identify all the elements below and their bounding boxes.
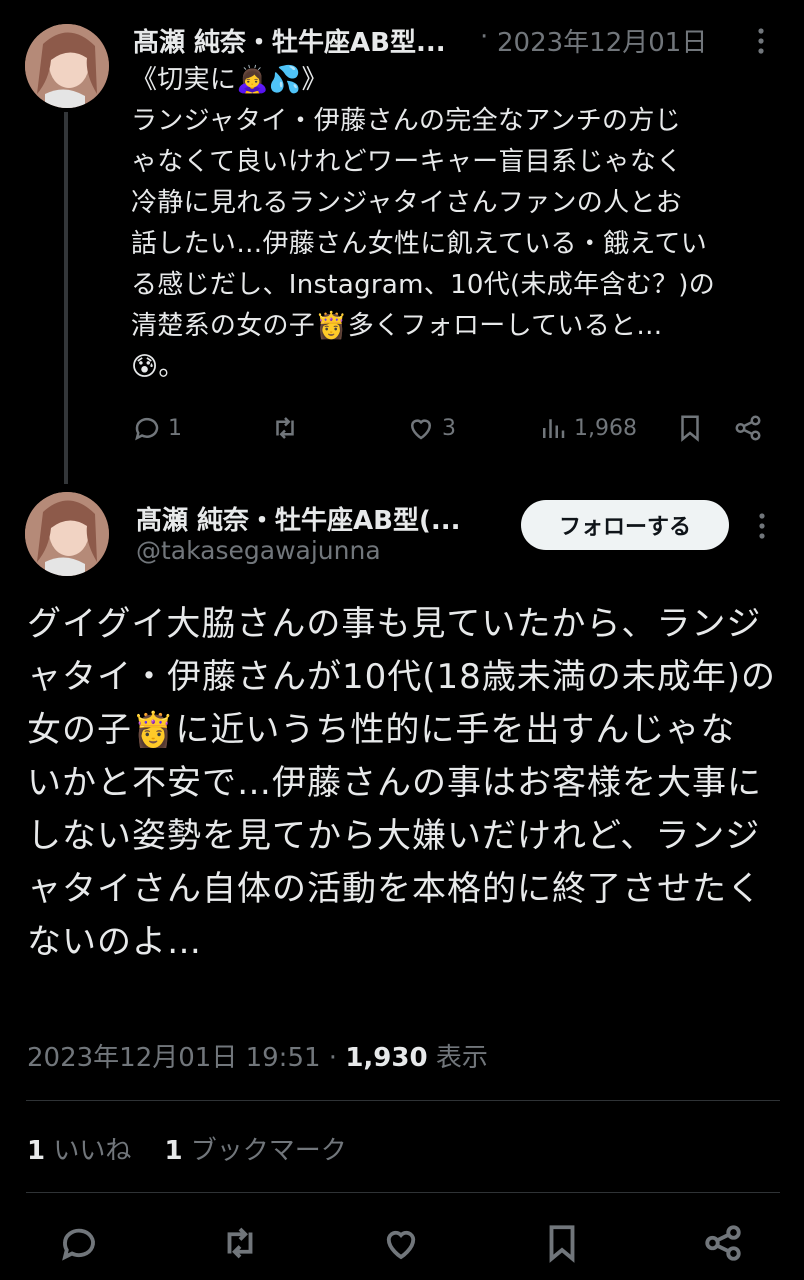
avatar[interactable] [25,24,109,108]
views-icon [543,419,565,438]
bookmark-button[interactable] [675,413,705,443]
more-icon[interactable] [755,511,769,541]
tweet-line: 😰。 [131,352,185,382]
like-count: 3 [442,415,456,441]
tweet-timestamp[interactable]: 2023年12月01日 19:51 [27,1043,321,1073]
tweet-line: しない姿勢を見てから大嫌いだけれど、ランジ [27,816,761,856]
tweet-date[interactable]: 2023年12月01日 [497,22,707,59]
tweet-line: る感じだし、Instagram、10代(未成年含む？)の [131,270,716,300]
bookmarks-stat[interactable]: 1 ブックマーク [164,1136,346,1166]
likes-stat[interactable]: 1 いいね [27,1136,131,1166]
author-name[interactable]: 髙瀬 純奈・牡牛座AB型... [133,22,446,59]
bookmarks-count: 1 [164,1136,183,1166]
divider [26,1100,780,1101]
tweet-line: 女の子👸に近いうち性的に手を出すんじゃな [27,710,736,750]
heart-icon [386,1230,416,1260]
separator: · [328,1043,338,1073]
tweet-line: 《切実に🙇‍♀️💦》 [131,65,328,95]
retweet-button[interactable] [270,413,300,443]
retweet-button[interactable] [219,1222,261,1268]
avatar[interactable] [25,492,109,576]
tweet-line: 清楚系の女の子👸多くフォローしていると… [131,311,663,341]
bookmarks-label: ブックマーク [190,1136,347,1166]
share-icon [705,1225,741,1261]
tweet-text: グイグイ大脇さんの事も見ていたから、ランジ ャタイ・伊藤さんが10代(18歳未満… [27,598,787,969]
likes-count: 1 [27,1136,46,1166]
tweet-text: 《切実に🙇‍♀️💦》 ランジャタイ・伊藤さんの完全なアンチの方じ ゃなくて良いけ… [131,60,781,388]
tweet-line: ないのよ… [27,922,202,962]
share-icon [735,415,761,441]
author-handle[interactable]: @takasegawajunna [136,536,381,565]
retweet-icon [227,1227,253,1259]
bookmark-icon [549,1225,575,1263]
tweet-line: ャタイさん自体の活動を本格的に終了させたく [27,869,762,909]
tweet-line: ランジャタイ・伊藤さんの完全なアンチの方じ [131,106,681,136]
reply-icon [62,1228,95,1261]
reply-count: 1 [168,415,182,441]
share-button[interactable] [702,1222,744,1268]
reply-button[interactable]: 1 [132,413,182,443]
retweet-icon [276,417,294,439]
tweet-line: 話したい…伊藤さん女性に飢えている・餓えてい [131,229,708,259]
follow-button[interactable]: フォローする [521,500,729,550]
views-count: 1,930 [345,1043,428,1073]
views-label: 表示 [435,1043,488,1073]
tweet-line: ャタイ・伊藤さんが10代(18歳未満の未成年)の [27,657,777,697]
bookmark-button[interactable] [541,1222,583,1268]
view-count: 1,968 [574,415,637,441]
engagement-summary: 1 いいね 1 ブックマーク [27,1130,347,1167]
tweet-line: ゃなくて良いけれどワーキャー盲目系じゃなく [131,147,683,177]
separator: · [480,22,489,52]
views-button[interactable]: 1,968 [538,413,637,443]
tweet-line: 冷静に見れるランジャタイさんファンの人とお [131,188,683,218]
divider [26,1192,780,1193]
tweet-meta: 2023年12月01日 19:51 · 1,930 表示 [27,1037,488,1074]
heart-icon [410,419,432,440]
share-button[interactable] [733,413,763,443]
bookmark-icon [681,415,699,442]
tweet-line: いかと不安で…伊藤さんの事はお客様を大事に [27,763,762,803]
author-name[interactable]: 髙瀬 純奈・牡牛座AB型(... [136,500,461,537]
like-button[interactable]: 3 [406,413,456,443]
tweet-line: グイグイ大脇さんの事も見ていたから、ランジ [27,604,762,644]
likes-label: いいね [53,1136,132,1166]
reply-icon [135,417,159,441]
like-button[interactable] [380,1222,422,1268]
reply-button[interactable] [58,1222,100,1268]
thread-line [64,112,68,484]
more-icon[interactable] [754,26,768,56]
